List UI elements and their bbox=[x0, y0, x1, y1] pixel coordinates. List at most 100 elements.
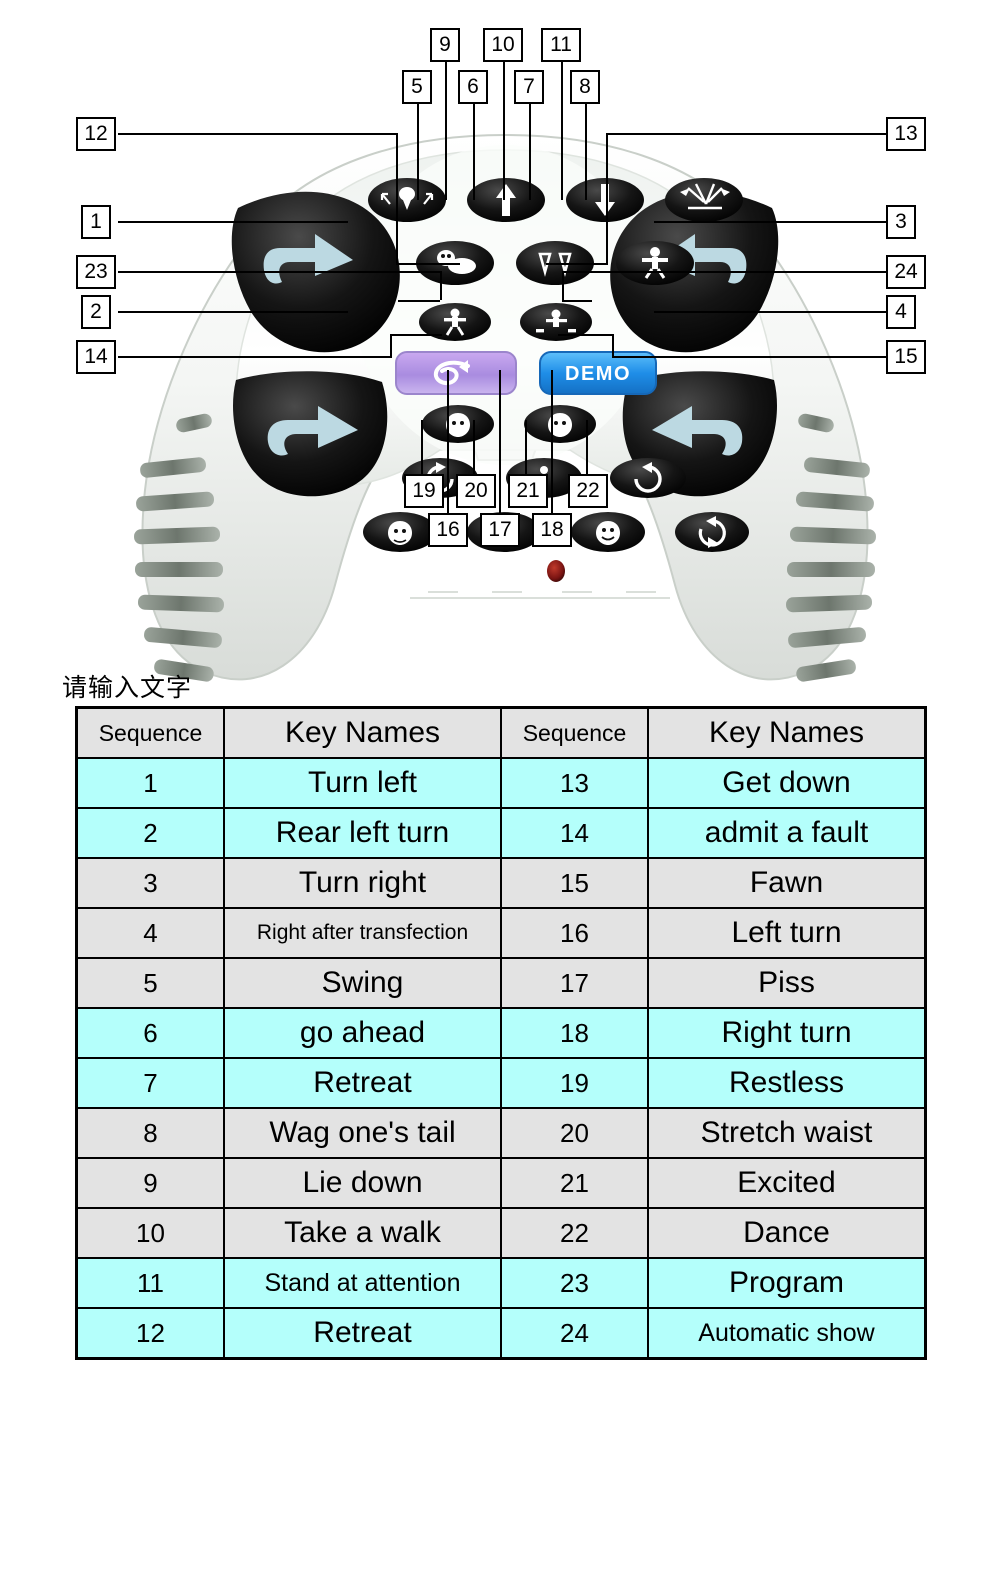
leader-line-14-h2 bbox=[390, 334, 442, 336]
leader-line-22 bbox=[586, 420, 588, 475]
button-8-wag-ones-tail[interactable] bbox=[665, 178, 743, 222]
button-5-swing[interactable] bbox=[368, 178, 446, 222]
cell-seq-13: 13 bbox=[500, 757, 649, 809]
leader-line-21 bbox=[525, 420, 527, 475]
table-row: 10 Take a walk 22 Dance bbox=[75, 1207, 927, 1259]
leader-line-16 bbox=[447, 370, 449, 515]
cell-name-13: Get down bbox=[647, 757, 927, 809]
cell-seq-11: 11 bbox=[75, 1257, 225, 1309]
leader-line-2 bbox=[118, 311, 348, 313]
cell-name-16: Left turn bbox=[647, 907, 927, 959]
cell-name-3: Turn right bbox=[223, 857, 502, 909]
callout-8: 8 bbox=[570, 70, 600, 104]
cell-seq-20: 20 bbox=[500, 1107, 649, 1159]
callout-7: 7 bbox=[514, 70, 544, 104]
leader-line-12-h bbox=[118, 133, 396, 135]
table-body: Sequence Key Names Sequence Key Names 1 … bbox=[75, 706, 927, 1360]
remote-control-diagram: DEMO 9 10 11 5 6 7 8 12 13 1 3 23 24 2 4… bbox=[0, 0, 1000, 690]
table-row: 11 Stand at attention 23 Program bbox=[75, 1257, 927, 1309]
leader-line-19 bbox=[421, 420, 423, 475]
leader-line-23-h bbox=[118, 271, 440, 273]
cell-name-24: Automatic show bbox=[647, 1307, 927, 1360]
callout-13: 13 bbox=[886, 117, 926, 151]
cell-name-10: Take a walk bbox=[223, 1207, 502, 1259]
cell-seq-24: 24 bbox=[500, 1307, 649, 1360]
cell-seq-15: 15 bbox=[500, 857, 649, 909]
cell-seq-12: 12 bbox=[75, 1307, 225, 1360]
callout-20: 20 bbox=[456, 474, 496, 508]
button-11-stand-at-attention[interactable] bbox=[616, 241, 694, 285]
table-row: 8 Wag one's tail 20 Stretch waist bbox=[75, 1107, 927, 1159]
cell-name-1: Turn left bbox=[223, 757, 502, 809]
remote-control-body: DEMO bbox=[110, 130, 900, 690]
cell-seq-17: 17 bbox=[500, 957, 649, 1009]
button-24-automatic-show[interactable]: DEMO bbox=[539, 351, 657, 395]
leader-line-4 bbox=[654, 311, 886, 313]
cell-seq-7: 7 bbox=[75, 1057, 225, 1109]
button-21-excited[interactable] bbox=[571, 512, 645, 552]
button-7-retreat[interactable] bbox=[566, 178, 644, 222]
leader-line-11 bbox=[561, 60, 563, 200]
cell-name-12: Retreat bbox=[223, 1307, 502, 1360]
button-6-go-ahead[interactable] bbox=[467, 178, 545, 222]
leader-line-6 bbox=[473, 102, 475, 200]
cell-name-15: Fawn bbox=[647, 857, 927, 909]
button-19-restless[interactable] bbox=[363, 512, 437, 552]
cell-name-17: Piss bbox=[647, 957, 927, 1009]
key-names-table: Sequence Key Names Sequence Key Names 1 … bbox=[75, 706, 927, 1360]
callout-16: 16 bbox=[428, 513, 468, 547]
button-14-admit-a-fault[interactable] bbox=[422, 405, 494, 443]
cell-name-7: Retreat bbox=[223, 1057, 502, 1109]
cell-name-11: Stand at attention bbox=[223, 1257, 502, 1309]
cell-name-9: Lie down bbox=[223, 1157, 502, 1209]
cell-seq-3: 3 bbox=[75, 857, 225, 909]
leader-line-7 bbox=[529, 102, 531, 200]
cell-name-18: Right turn bbox=[647, 1007, 927, 1059]
leader-line-15-h bbox=[612, 356, 886, 358]
table-row: 5 Swing 17 Piss bbox=[75, 957, 927, 1009]
header-keynames-right: Key Names bbox=[647, 706, 927, 759]
leader-line-17 bbox=[499, 370, 501, 515]
power-led-icon bbox=[547, 560, 565, 582]
cell-seq-18: 18 bbox=[500, 1007, 649, 1059]
leader-line-23-v bbox=[440, 271, 442, 300]
callout-24: 24 bbox=[886, 255, 926, 289]
table-row: 2 Rear left turn 14 admit a fault bbox=[75, 807, 927, 859]
leader-line-20 bbox=[473, 420, 475, 475]
cell-name-6: go ahead bbox=[223, 1007, 502, 1059]
cell-seq-6: 6 bbox=[75, 1007, 225, 1059]
callout-14: 14 bbox=[76, 340, 116, 374]
callout-21: 21 bbox=[508, 474, 548, 508]
callout-15: 15 bbox=[886, 340, 926, 374]
cell-seq-4: 4 bbox=[75, 907, 225, 959]
callout-22: 22 bbox=[568, 474, 608, 508]
table-row: 4 Right after transfection 16 Left turn bbox=[75, 907, 927, 959]
leader-line-10 bbox=[503, 60, 505, 200]
callout-12: 12 bbox=[76, 117, 116, 151]
callout-5: 5 bbox=[402, 70, 432, 104]
leader-line-8 bbox=[585, 102, 587, 200]
header-keynames-left: Key Names bbox=[223, 706, 502, 759]
cell-seq-10: 10 bbox=[75, 1207, 225, 1259]
cell-name-8: Wag one's tail bbox=[223, 1107, 502, 1159]
table-row: 1 Turn left 13 Get down bbox=[75, 757, 927, 809]
button-22-dance[interactable] bbox=[675, 512, 749, 552]
cell-name-19: Restless bbox=[647, 1057, 927, 1109]
button-23-program[interactable] bbox=[395, 351, 517, 395]
header-sequence-left: Sequence bbox=[75, 706, 225, 759]
callout-10: 10 bbox=[483, 28, 523, 62]
leader-line-9 bbox=[445, 60, 447, 200]
cell-name-4: Right after transfection bbox=[223, 907, 502, 959]
cell-name-20: Stretch waist bbox=[647, 1107, 927, 1159]
cell-seq-1: 1 bbox=[75, 757, 225, 809]
leader-line-13-h bbox=[606, 133, 886, 135]
table-header-row: Sequence Key Names Sequence Key Names bbox=[75, 706, 927, 759]
button-18-right-turn[interactable] bbox=[610, 458, 686, 498]
table-row: 9 Lie down 21 Excited bbox=[75, 1157, 927, 1209]
cell-name-5: Swing bbox=[223, 957, 502, 1009]
cell-seq-2: 2 bbox=[75, 807, 225, 859]
cell-seq-14: 14 bbox=[500, 807, 649, 859]
cell-seq-23: 23 bbox=[500, 1257, 649, 1309]
cell-name-14: admit a fault bbox=[647, 807, 927, 859]
leader-line-12-h2 bbox=[396, 263, 460, 265]
